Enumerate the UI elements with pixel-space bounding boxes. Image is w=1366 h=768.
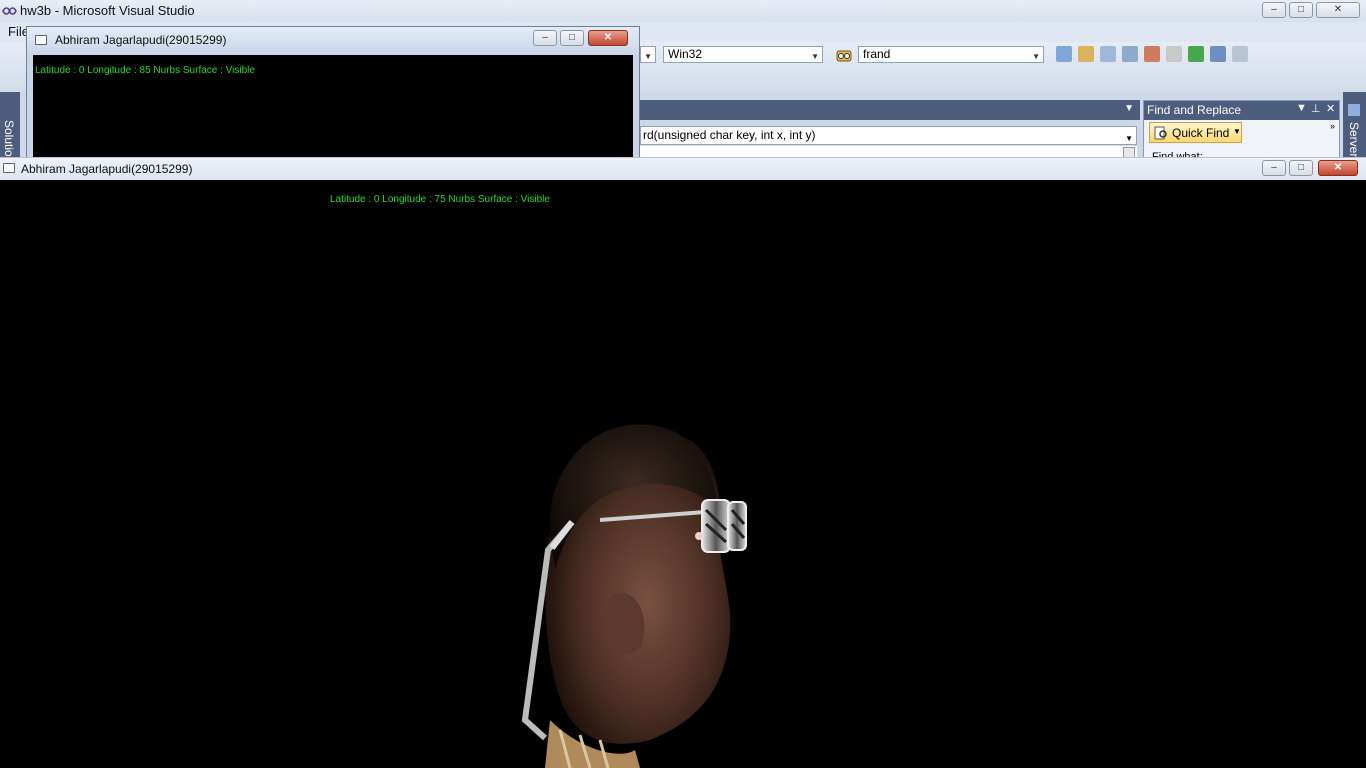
- app-window-icon: [3, 163, 15, 173]
- vs-minimize-button[interactable]: –: [1262, 2, 1286, 18]
- big-minimize-button[interactable]: –: [1262, 160, 1286, 176]
- vs-logo-icon: [2, 7, 17, 15]
- solution-explorer-strip: Solution: [0, 92, 20, 163]
- dropdown-arrow-icon: ▼: [1032, 52, 1040, 61]
- big-status-text: Latitude : 0 Longitude : 75 Nurbs Surfac…: [330, 194, 550, 205]
- small-glut-window: Abhiram Jagarlapudi(29015299) – □ ✕ Lati…: [26, 26, 640, 161]
- dropdown-arrow-icon: ▼: [811, 52, 819, 61]
- find-combo-value: frand: [863, 47, 891, 61]
- find-replace-header: Find and Replace ▼ ⊥ ✕: [1144, 101, 1339, 120]
- vs-maximize-button[interactable]: □: [1289, 2, 1313, 18]
- dropdown-arrow-icon: ▼: [644, 52, 652, 61]
- find-combo[interactable]: frand ▼: [858, 46, 1044, 63]
- quick-find-button[interactable]: Quick Find ▼: [1149, 122, 1242, 143]
- find-and-replace-panel: Find and Replace ▼ ⊥ ✕ Quick Find ▼ » Fi…: [1143, 100, 1340, 163]
- vs-close-button[interactable]: ✕: [1316, 2, 1360, 18]
- app-window-icon: [35, 35, 47, 45]
- dropdown-arrow-icon: ▼: [1125, 134, 1133, 143]
- small-minimize-button[interactable]: –: [533, 30, 557, 46]
- platform-combo-value: Win32: [668, 47, 703, 61]
- big-gl-canvas[interactable]: Latitude : 0 Longitude : 75 Nurbs Surfac…: [0, 180, 1366, 768]
- small-maximize-button[interactable]: □: [560, 30, 584, 46]
- small-window-title-bar[interactable]: Abhiram Jagarlapudi(29015299) – □ ✕: [27, 27, 639, 53]
- toolbar-icon-7[interactable]: [1188, 46, 1204, 62]
- dropdown-arrow-icon[interactable]: ▼: [1296, 102, 1307, 114]
- toolbar-icon-1[interactable]: [1056, 46, 1072, 62]
- function-combo-value: rd(unsigned char key, int x, int y): [643, 128, 816, 142]
- toolbar-icon-5[interactable]: [1144, 46, 1160, 62]
- toolbar-icon-9[interactable]: [1232, 46, 1248, 62]
- small-status-text: Latitude : 0 Longitude : 85 Nurbs Surfac…: [35, 65, 255, 76]
- function-combo[interactable]: rd(unsigned char key, int x, int y) ▼: [640, 126, 1137, 145]
- toolbar-icon-8[interactable]: [1210, 46, 1226, 62]
- head-model-render: [521, 424, 747, 768]
- platform-combo[interactable]: Win32 ▼: [663, 46, 823, 63]
- vs-title: hw3b - Microsoft Visual Studio: [20, 3, 195, 18]
- toolbar-icon-2[interactable]: [1078, 46, 1094, 62]
- dropdown-arrow-icon[interactable]: ▼: [1124, 103, 1134, 114]
- big-window-title: Abhiram Jagarlapudi(29015299): [21, 162, 193, 176]
- quick-find-icon: [1154, 126, 1167, 140]
- server-explorer-strip: Server: [1343, 92, 1366, 160]
- close-icon[interactable]: ✕: [1326, 102, 1335, 115]
- vs-title-bar: hw3b - Microsoft Visual Studio – □ ✕: [0, 0, 1366, 23]
- toolbar-icon-6[interactable]: [1166, 46, 1182, 62]
- server-explorer-tab[interactable]: Server: [1347, 122, 1361, 157]
- binoculars-icon[interactable]: [836, 47, 852, 63]
- small-window-title: Abhiram Jagarlapudi(29015299): [55, 33, 227, 47]
- dropdown-arrow-icon: ▼: [1233, 127, 1241, 136]
- toolbar-icon-3[interactable]: [1100, 46, 1116, 62]
- small-gl-canvas[interactable]: Latitude : 0 Longitude : 85 Nurbs Surfac…: [33, 55, 633, 161]
- document-tab-bar: ▼: [640, 100, 1140, 120]
- big-maximize-button[interactable]: □: [1289, 160, 1313, 176]
- big-window-title-bar[interactable]: Abhiram Jagarlapudi(29015299) – □ ✕: [0, 157, 1366, 181]
- server-icon: [1348, 104, 1360, 116]
- pin-icon[interactable]: ⊥: [1311, 102, 1321, 115]
- overflow-icon[interactable]: »: [1330, 121, 1335, 131]
- big-close-button[interactable]: ✕: [1318, 160, 1358, 176]
- find-replace-title: Find and Replace: [1147, 103, 1242, 117]
- quick-find-label: Quick Find: [1172, 126, 1230, 140]
- toolbar-icon-4[interactable]: [1122, 46, 1138, 62]
- small-close-button[interactable]: ✕: [588, 30, 628, 46]
- config-combo[interactable]: ▼: [640, 46, 656, 63]
